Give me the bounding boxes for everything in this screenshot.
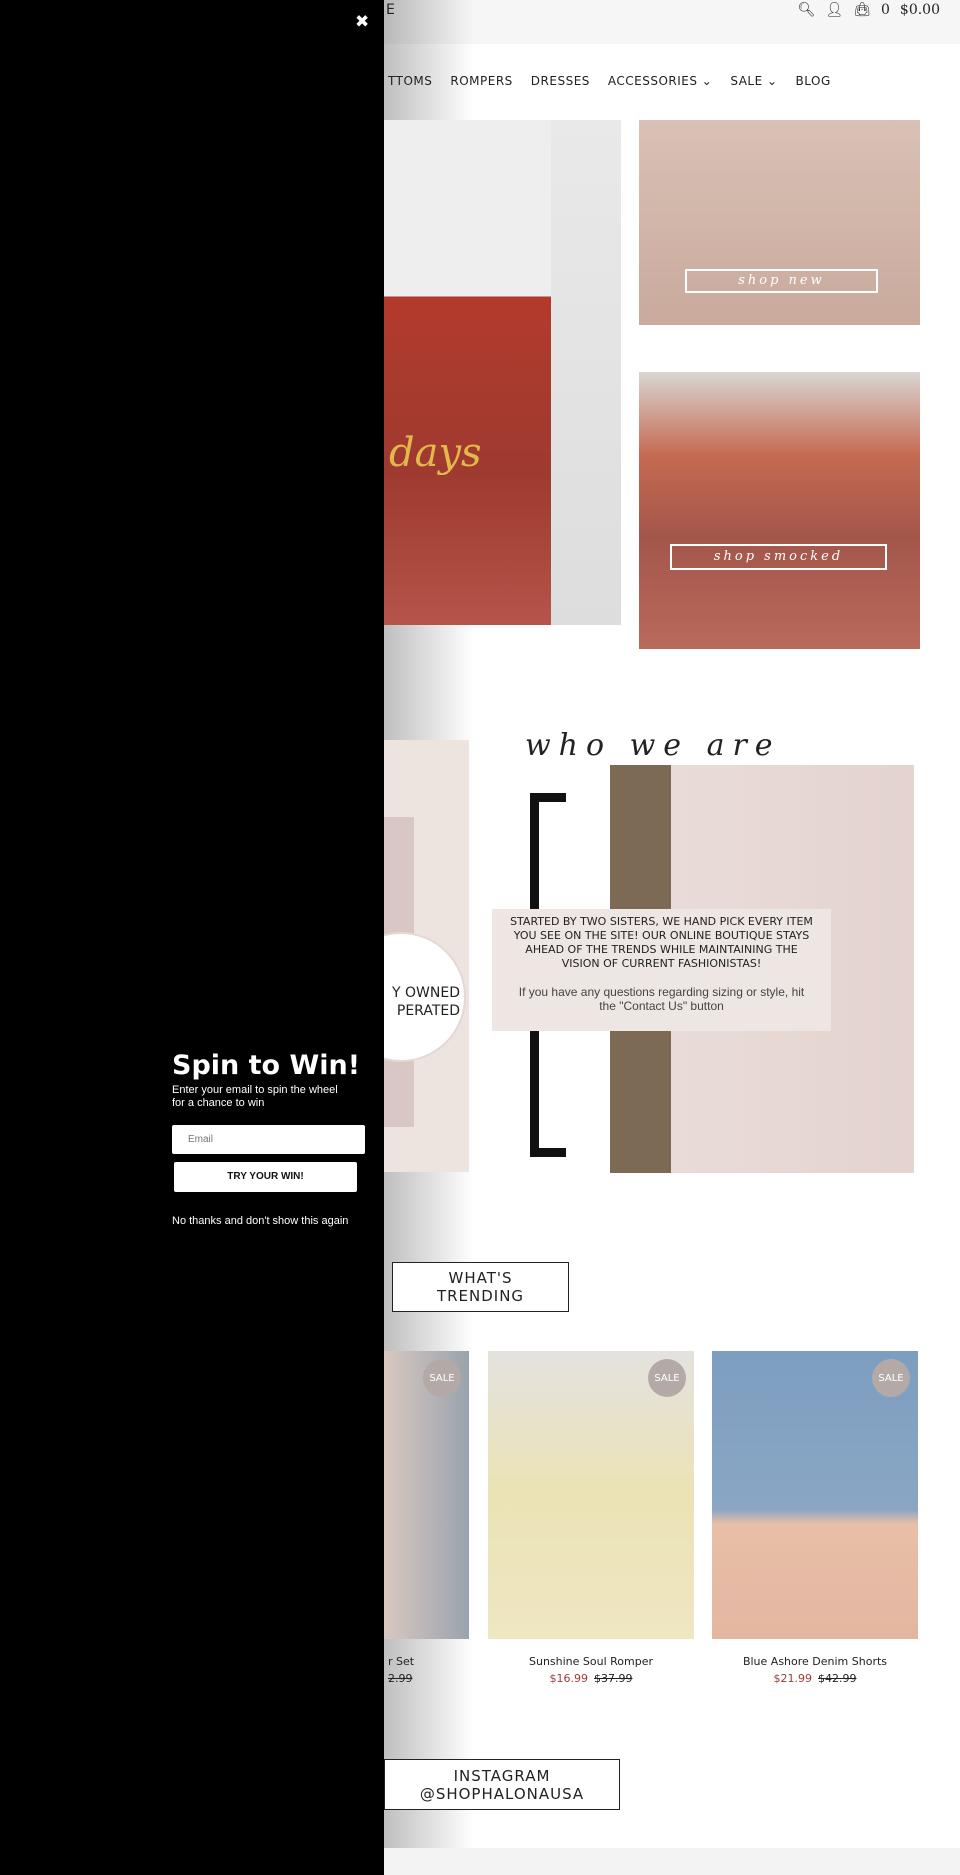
main-nav: TTOMS ROMPERS DRESSES ACCESSORIES ⌄ SALE… — [388, 74, 831, 88]
nav-bottoms[interactable]: TTOMS — [388, 74, 432, 88]
instagram-button[interactable]: INSTAGRAM @SHOPHALONAUSA — [384, 1759, 620, 1810]
popup-subtitle: Enter your email to spin the wheel for a… — [172, 1084, 338, 1109]
shop-smocked-button[interactable]: shop smocked — [670, 544, 887, 570]
hero-main-image[interactable]: days — [384, 120, 621, 625]
owned-operated-circle: Y OWNED PERATED — [384, 932, 466, 1062]
email-input[interactable] — [172, 1125, 365, 1154]
product-card-2[interactable]: SALE — [488, 1351, 694, 1639]
about-left-panel: Y OWNED PERATED — [384, 740, 469, 1172]
sale-badge: SALE — [872, 1359, 910, 1397]
brand-logo[interactable]: E — [386, 2, 396, 18]
search-icon[interactable]: 🔍︎ — [798, 2, 816, 18]
sale-badge: SALE — [423, 1359, 461, 1397]
cart-total[interactable]: $0.00 — [900, 2, 940, 18]
shop-new-button[interactable]: shop new — [685, 269, 878, 293]
nav-rompers[interactable]: ROMPERS — [450, 74, 512, 88]
hero-top-right-image[interactable]: shop new — [639, 120, 920, 325]
about-contact-note: If you have any questions regarding sizi… — [518, 985, 805, 1013]
product-price-1: 2.99 — [388, 1672, 413, 1685]
try-your-win-button[interactable]: TRY YOUR WIN! — [174, 1162, 357, 1192]
close-icon[interactable]: ✖ — [355, 12, 369, 32]
hero-bottom-right-image[interactable]: shop smocked — [639, 372, 920, 649]
product-card-1[interactable]: SALE — [384, 1351, 469, 1639]
popup-title: Spin to Win! — [172, 1050, 361, 1081]
nav-dresses[interactable]: DRESSES — [531, 74, 590, 88]
about-text-box: STARTED BY TWO SISTERS, WE HAND PICK EVE… — [492, 909, 831, 1031]
nav-sale[interactable]: SALE ⌄ — [730, 74, 777, 88]
product-card-3[interactable]: SALE — [712, 1351, 918, 1639]
product-price-3: $21.99 $42.99 — [773, 1672, 857, 1685]
dismiss-popup-link[interactable]: No thanks and don't show this again — [172, 1215, 348, 1227]
product-name-1[interactable]: r Set — [388, 1655, 414, 1668]
cart-count[interactable]: 0 — [881, 2, 890, 18]
hero-script-text: days — [389, 430, 482, 476]
product-price-2: $16.99 $37.99 — [549, 1672, 633, 1685]
spin-to-win-popup: ✖ Spin to Win! Enter your email to spin … — [0, 0, 384, 1875]
shopping-bag-icon[interactable]: 👜︎ — [853, 2, 871, 18]
user-icon[interactable]: 👤︎ — [825, 2, 843, 18]
nav-accessories[interactable]: ACCESSORIES ⌄ — [608, 74, 712, 88]
whats-trending-button[interactable]: WHAT'S TRENDING — [392, 1262, 569, 1312]
product-name-3[interactable]: Blue Ashore Denim Shorts — [712, 1655, 918, 1668]
nav-blog[interactable]: BLOG — [796, 74, 831, 88]
about-body: STARTED BY TWO SISTERS, WE HAND PICK EVE… — [510, 915, 813, 970]
product-name-2[interactable]: Sunshine Soul Romper — [488, 1655, 694, 1668]
header-icons: 🔍︎ 👤︎ 👜︎ 0 $0.00 — [798, 2, 940, 18]
about-heading: who we are — [525, 728, 781, 763]
sale-badge: SALE — [648, 1359, 686, 1397]
